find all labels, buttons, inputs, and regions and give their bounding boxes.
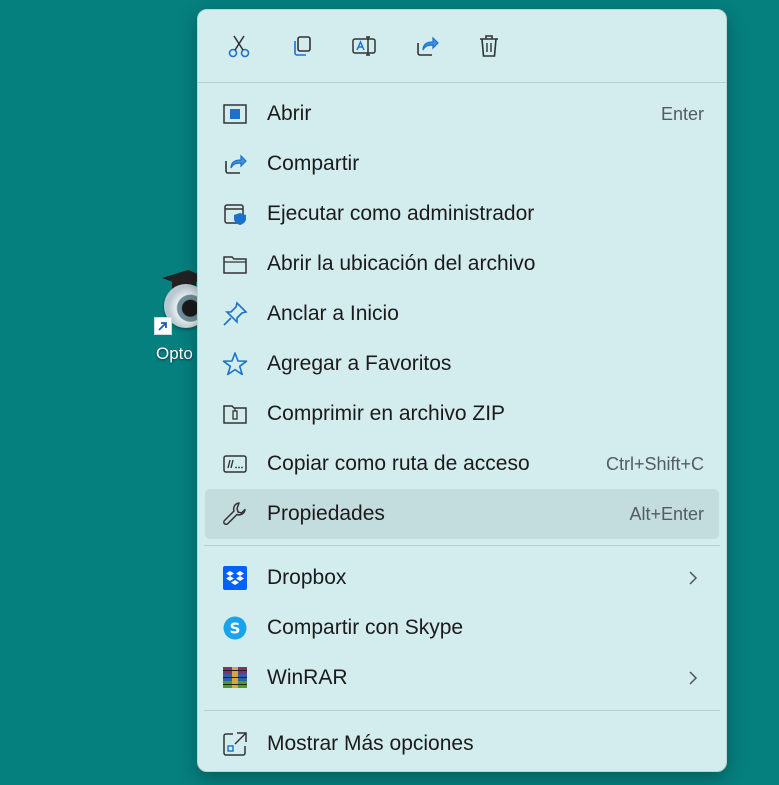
menu-item-label: Propiedades: [267, 502, 385, 525]
menu-item-label: Agregar a Favoritos: [267, 352, 452, 375]
menu-item-label: Anclar a Inicio: [267, 302, 399, 325]
shortcut-arrow-icon: [154, 317, 172, 335]
menu-item-label: Mostrar Más opciones: [267, 732, 474, 755]
share-icon: [221, 150, 249, 178]
app-items: Dropbox S Compartir con Skype WinRAR: [198, 546, 726, 703]
menu-item-dropbox[interactable]: Dropbox: [205, 553, 719, 603]
menu-item-skype[interactable]: S Compartir con Skype: [205, 603, 719, 653]
menu-item-pin-start[interactable]: Anclar a Inicio: [205, 289, 719, 339]
path-icon: [221, 450, 249, 478]
menu-item-run-as-admin[interactable]: Ejecutar como administrador: [205, 189, 719, 239]
menu-items: Abrir Enter Compartir Ejecutar como admi…: [198, 83, 726, 539]
cut-button[interactable]: [219, 26, 259, 66]
menu-item-label: Compartir: [267, 152, 360, 175]
open-window-icon: [221, 100, 249, 128]
menu-item-label: Abrir: [267, 102, 312, 125]
more-options-icon: [221, 730, 249, 758]
delete-button[interactable]: [469, 26, 509, 66]
chevron-right-icon: [689, 571, 698, 585]
shortcut-text: Alt+Enter: [629, 503, 704, 524]
menu-toolbar: [198, 10, 726, 82]
menu-item-label: Compartir con Skype: [267, 616, 464, 639]
context-menu: Abrir Enter Compartir Ejecutar como admi…: [197, 9, 727, 772]
menu-item-open[interactable]: Abrir Enter: [205, 89, 719, 139]
menu-item-label: Abrir la ubicación del archivo: [267, 252, 536, 275]
menu-item-share[interactable]: Compartir: [205, 139, 719, 189]
chevron-right-icon: [689, 671, 698, 685]
menu-item-more-options[interactable]: Mostrar Más opciones: [205, 719, 719, 769]
share-icon: [416, 36, 439, 56]
scissors-icon: [228, 35, 250, 58]
menu-item-winrar[interactable]: WinRAR: [205, 653, 719, 703]
wrench-icon: [221, 500, 249, 528]
pin-icon: [221, 300, 249, 328]
menu-item-copy-path[interactable]: Copiar como ruta de acceso Ctrl+Shift+C: [205, 439, 719, 489]
winrar-icon: [221, 664, 249, 692]
menu-item-compress-zip[interactable]: Comprimir en archivo ZIP: [205, 389, 719, 439]
folder-icon: [221, 250, 249, 278]
menu-item-label: Dropbox: [267, 566, 347, 589]
shortcut-label: Opto: [156, 344, 193, 363]
zip-folder-icon: [221, 400, 249, 428]
shortcut-text: Enter: [660, 103, 704, 124]
menu-item-label: Copiar como ruta de acceso: [267, 452, 530, 475]
menu-item-label: WinRAR: [267, 666, 348, 689]
copy-icon: [293, 36, 311, 56]
skype-icon: S: [221, 614, 249, 642]
svg-text:S: S: [230, 620, 241, 638]
dropbox-icon: [221, 564, 249, 592]
menu-item-label: Comprimir en archivo ZIP: [267, 402, 506, 425]
rename-icon: [352, 36, 376, 56]
more-options-section: Mostrar Más opciones: [198, 711, 726, 769]
trash-icon: [480, 35, 498, 57]
rename-button[interactable]: [344, 26, 384, 66]
star-icon: [221, 350, 249, 378]
menu-item-add-favorites[interactable]: Agregar a Favoritos: [205, 339, 719, 389]
shield-admin-icon: [221, 200, 249, 228]
shortcut-text: Ctrl+Shift+C: [605, 453, 704, 474]
menu-item-label: Ejecutar como administrador: [267, 202, 535, 225]
menu-item-open-location[interactable]: Abrir la ubicación del archivo: [205, 239, 719, 289]
copy-button[interactable]: [282, 26, 322, 66]
share-button[interactable]: [407, 26, 447, 66]
menu-item-properties[interactable]: Propiedades Alt+Enter: [205, 489, 719, 539]
